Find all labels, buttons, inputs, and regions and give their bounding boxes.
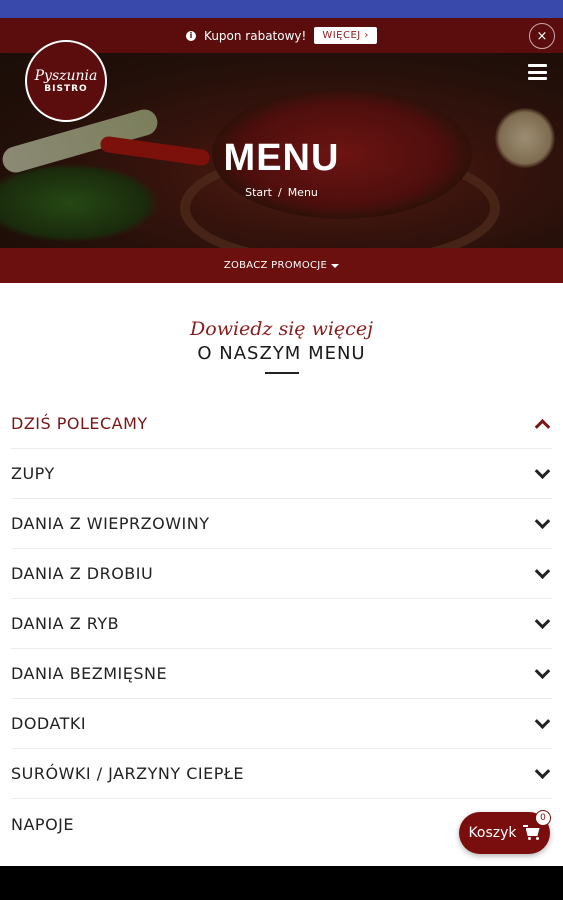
menu-category-label: DANIA Z DROBIU [11,564,154,583]
chevron-up-icon [534,418,551,435]
menu-category-label: DODATKI [11,714,87,733]
menu-category-label: DANIA Z WIEPRZOWINY [11,514,210,533]
system-navigation-bar [0,866,563,900]
chevron-down-icon [534,562,551,579]
menu-category-dodatki[interactable]: DODATKI [11,699,552,749]
info-icon: i [186,30,197,41]
page-title: MENU [223,137,340,179]
breadcrumb: Start / Menu [0,186,563,199]
promotions-label: ZOBACZ PROMOCJE [223,260,328,271]
menu-category-label: DZIŚ POLECAMY [11,414,148,433]
restaurant-logo[interactable]: Pyszunia BISTRO [25,40,107,122]
section-subtitle: Dowiedz się więcej [190,318,373,340]
menu-section-header: Dowiedz się więcej O NASZYM MENU [0,318,563,374]
menu-category-bezmiesne[interactable]: DANIA BEZMIĘSNE [11,649,552,699]
chevron-down-icon [534,512,551,529]
menu-category-ryby[interactable]: DANIA Z RYB [11,599,552,649]
title-underline [264,372,299,374]
menu-categories: DZIŚ POLECAMY ZUPY DANIA Z WIEPRZOWINY D… [0,399,563,849]
menu-category-wieprzowina[interactable]: DANIA Z WIEPRZOWINY [11,499,552,549]
logo-sub: BISTRO [44,84,88,94]
system-status-bar [0,0,563,18]
chevron-down-icon [534,712,551,729]
close-coupon-button[interactable]: × [529,23,555,49]
chevron-down-icon [534,662,551,679]
breadcrumb-current: Menu [287,186,318,199]
section-title: O NASZYM MENU [197,343,366,364]
menu-category-dzis-polecamy[interactable]: DZIŚ POLECAMY [11,399,552,449]
menu-category-label: ZUPY [11,464,55,483]
logo-name: Pyszunia [34,68,98,84]
menu-category-label: DANIA BEZMIĘSNE [11,664,168,683]
menu-category-label: DANIA Z RYB [11,614,120,633]
breadcrumb-start[interactable]: Start [245,186,272,199]
coupon-more-button[interactable]: WIĘCEJ › [314,27,377,44]
shopping-cart-icon [522,825,541,841]
chevron-down-icon [534,462,551,479]
promotions-toggle[interactable]: ZOBACZ PROMOCJE [0,248,563,283]
caret-down-icon [331,263,340,268]
chevron-down-icon [534,762,551,779]
cart-label: Koszyk [468,825,517,841]
menu-hamburger-icon[interactable] [528,64,547,80]
menu-category-zupy[interactable]: ZUPY [11,449,552,499]
menu-category-label: SURÓWKI / JARZYNY CIEPŁE [11,764,244,783]
menu-category-drob[interactable]: DANIA Z DROBIU [11,549,552,599]
menu-category-surowki[interactable]: SURÓWKI / JARZYNY CIEPŁE [11,749,552,799]
breadcrumb-separator: / [277,186,282,199]
cart-count-badge: 0 [535,810,551,826]
coupon-text: Kupon rabatowy! [204,28,307,43]
menu-category-label: NAPOJE [11,814,74,834]
chevron-down-icon [534,612,551,629]
